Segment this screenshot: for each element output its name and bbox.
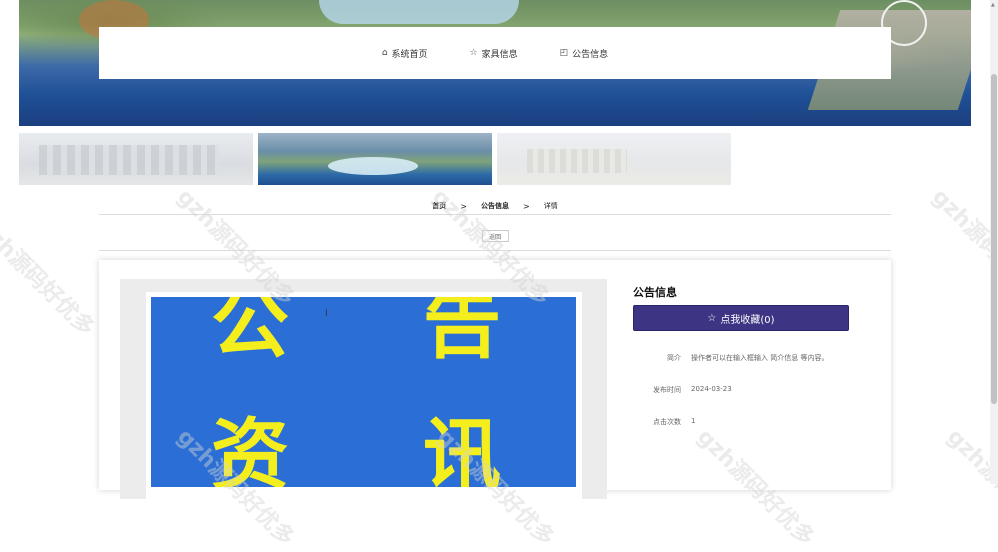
- favorite-button[interactable]: ☆ 点我收藏(0): [633, 305, 849, 331]
- nav-item-label: 家具信息: [481, 49, 518, 60]
- poster-char: 告: [423, 297, 502, 369]
- star-icon: ☆: [469, 48, 478, 58]
- top-nav: ⌂ 系统首页 ☆ 家具信息 ◰ 公告信息: [99, 27, 891, 79]
- field-value: 操作者可以在输入框输入 简介信息 等内容。: [691, 354, 829, 362]
- field-row-intro: 简介 操作者可以在输入框输入 简介信息 等内容。: [633, 353, 849, 363]
- breadcrumb-separator: >: [460, 201, 467, 211]
- field-value: 2024-03-23: [691, 385, 732, 393]
- text-cursor-icon: I: [325, 309, 328, 319]
- back-row: 返回: [99, 230, 891, 251]
- nav-item-home[interactable]: ⌂ 系统首页: [382, 47, 428, 60]
- favorite-button-label: 点我收藏(0): [720, 314, 775, 326]
- nav-item-furniture[interactable]: ☆ 家具信息: [470, 47, 518, 60]
- detail-info: 公告信息 ☆ 点我收藏(0) 简介 操作者可以在输入框输入 简介信息 等内容。 …: [633, 284, 849, 427]
- breadcrumb-home[interactable]: 首页: [432, 201, 446, 211]
- carousel-thumb-2[interactable]: [258, 133, 492, 185]
- nav-item-label: 公告信息: [572, 49, 609, 60]
- carousel-thumb-1[interactable]: [19, 133, 253, 185]
- watermark: gzh源码好优多: [0, 214, 99, 342]
- page-scrollbar[interactable]: ▲: [990, 0, 998, 484]
- breadcrumb-section[interactable]: 公告信息: [481, 201, 509, 211]
- scroll-up-icon[interactable]: ▲: [991, 2, 995, 8]
- star-icon: ☆: [707, 312, 717, 324]
- field-row-publish-time: 发布时间 2024-03-23: [633, 385, 849, 395]
- breadcrumb-separator: >: [523, 201, 530, 211]
- breadcrumb: 首页 > 公告信息 > 详情: [99, 198, 891, 215]
- announcement-poster-image: 公 告 资 讯: [151, 297, 576, 487]
- poster-char: 公: [211, 297, 290, 369]
- detail-title: 公告信息: [633, 286, 677, 299]
- field-key: 点击次数: [653, 418, 681, 426]
- nav-item-label: 系统首页: [391, 49, 428, 60]
- field-key: 简介: [667, 354, 681, 362]
- carousel-thumb-3[interactable]: [497, 133, 731, 185]
- back-button[interactable]: 返回: [481, 230, 509, 242]
- home-icon: ⌂: [381, 48, 388, 58]
- poster-char: 资: [211, 411, 290, 487]
- nav-item-announcements[interactable]: ◰ 公告信息: [560, 47, 609, 60]
- hero-beach: [319, 0, 519, 24]
- bag-icon: ◰: [559, 48, 569, 58]
- watermark: gzh源码好优多: [926, 184, 998, 312]
- poster-char: 讯: [423, 411, 502, 487]
- field-key: 发布时间: [653, 386, 681, 394]
- field-row-click-count: 点击次数 1: [633, 417, 849, 427]
- field-value: 1: [691, 417, 696, 425]
- breadcrumb-current: 详情: [543, 202, 558, 210]
- scrollbar-thumb[interactable]: [991, 74, 997, 404]
